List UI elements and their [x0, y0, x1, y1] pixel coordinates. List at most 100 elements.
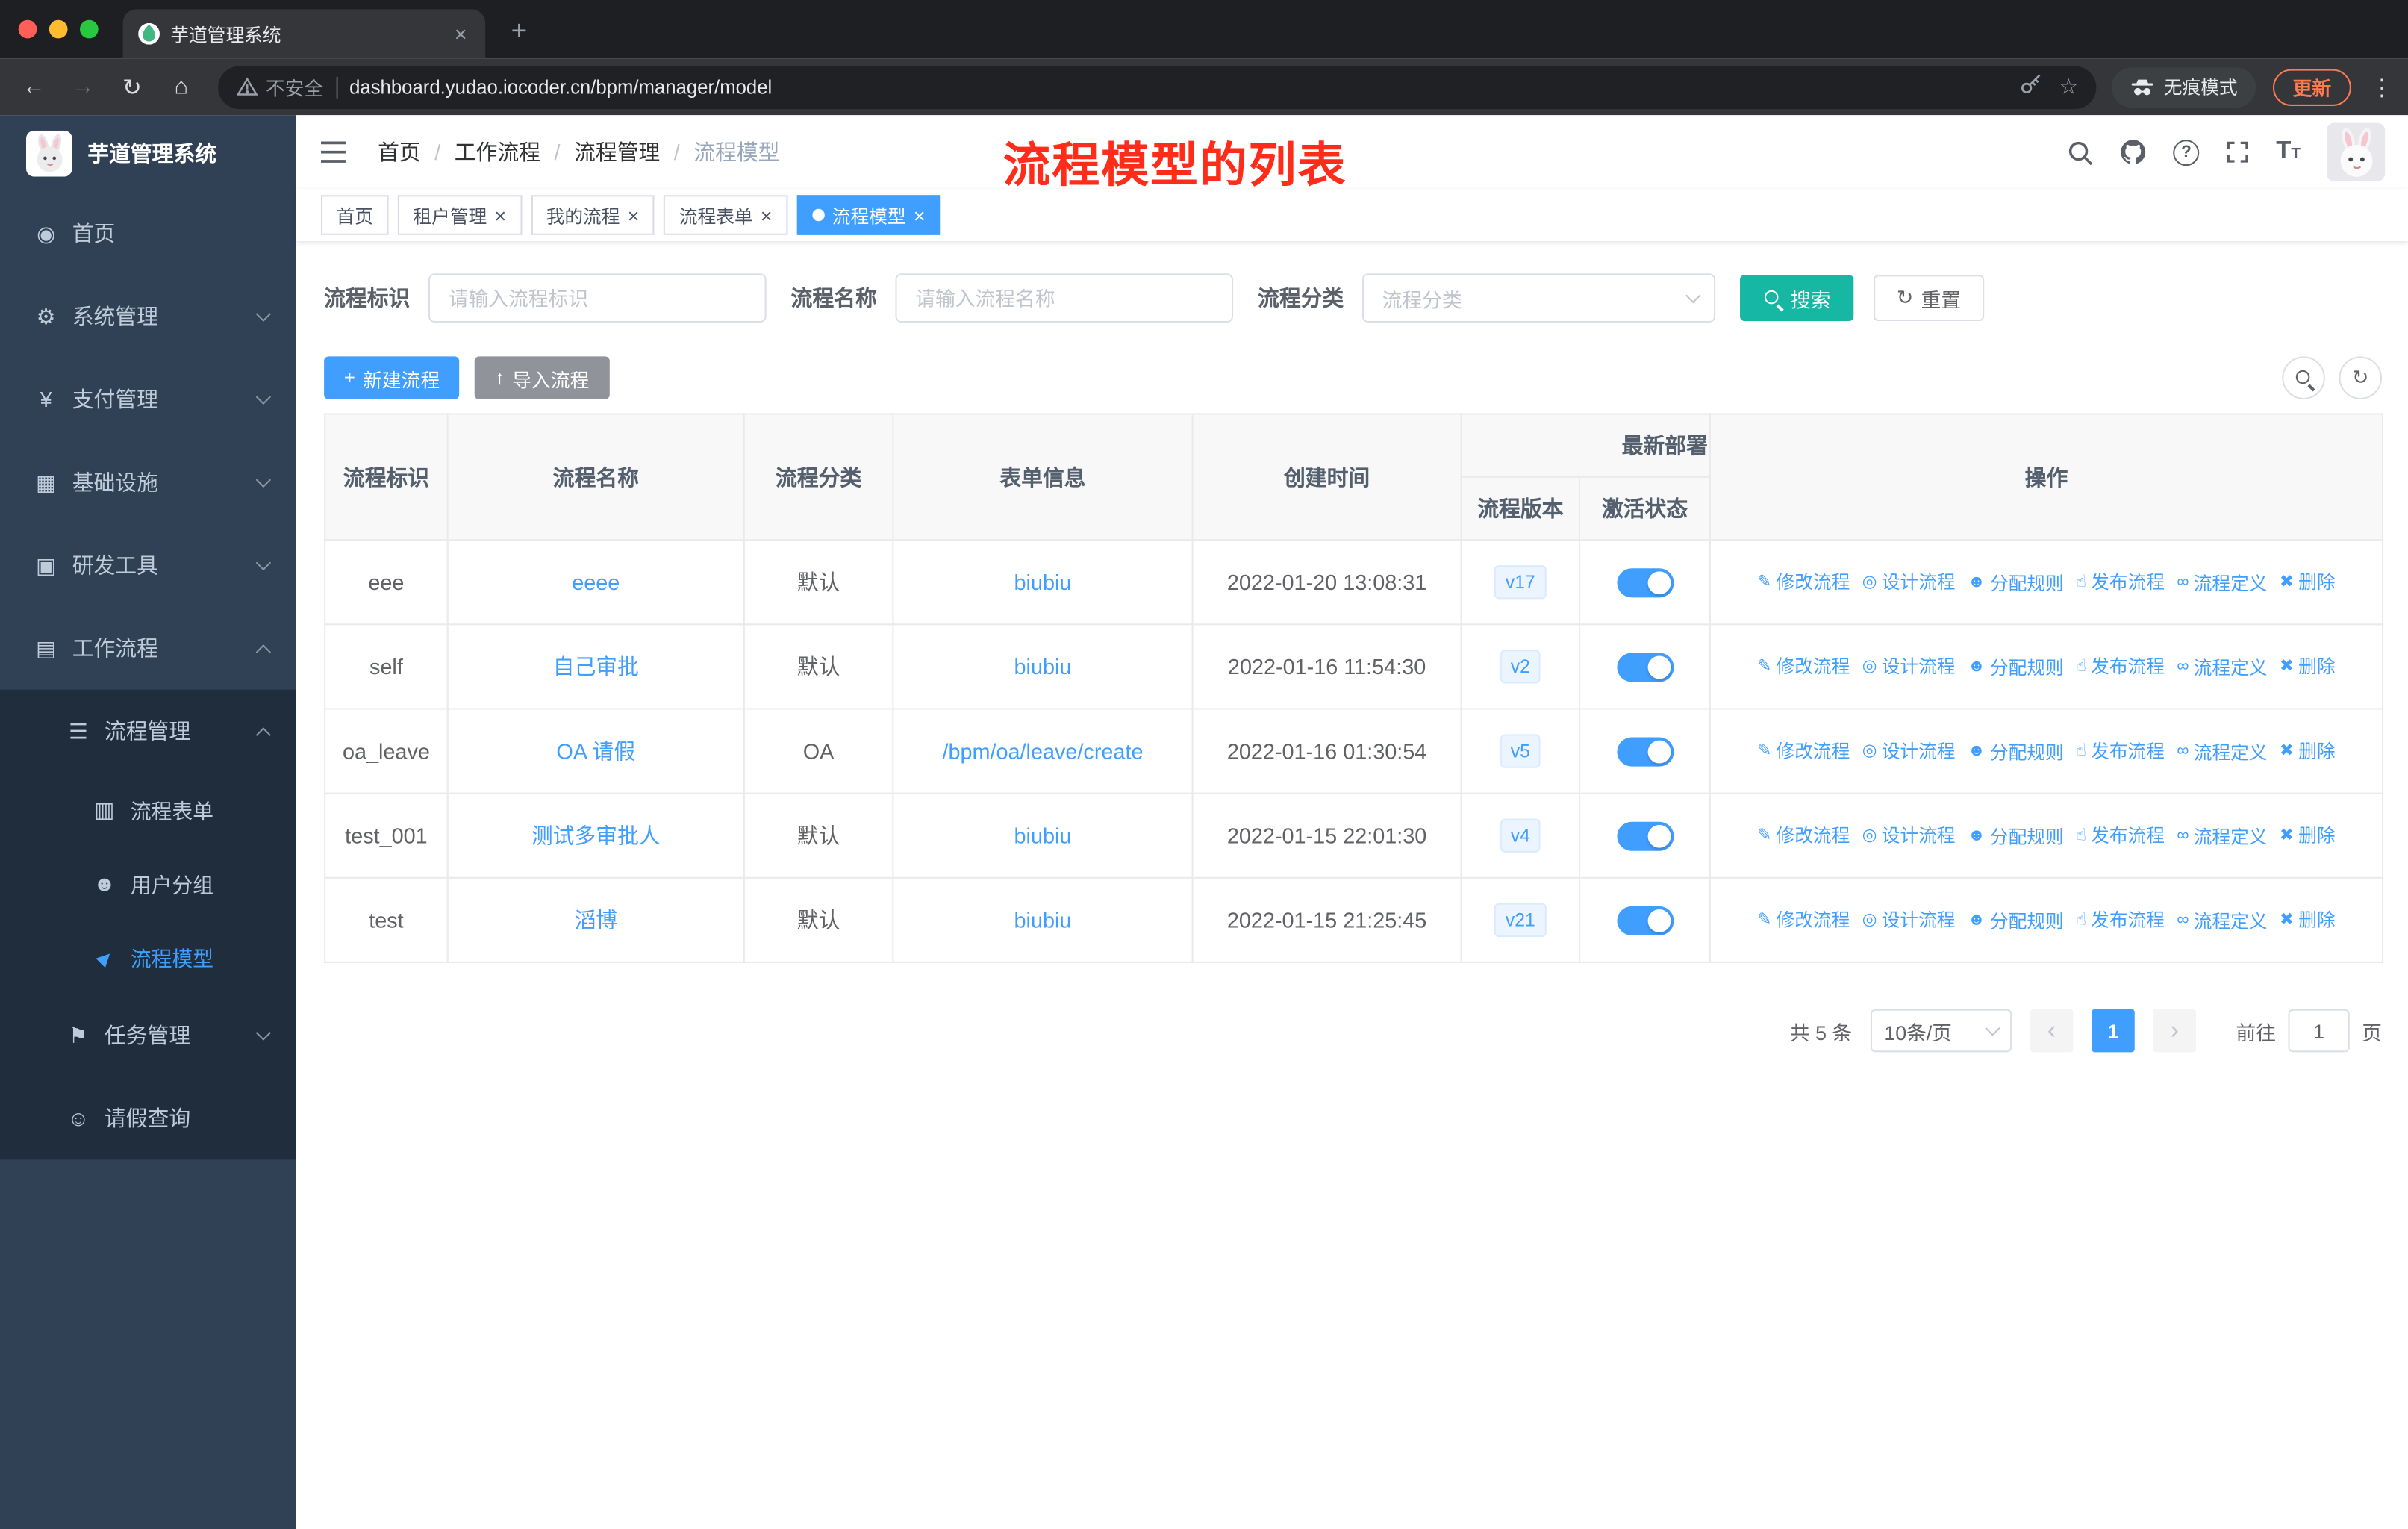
help-icon[interactable]: ?: [2173, 139, 2200, 166]
publish-link[interactable]: ☝ 发布流程: [2076, 906, 2165, 932]
github-icon[interactable]: [2119, 138, 2147, 166]
bookmark-star-icon[interactable]: ☆: [2050, 74, 2087, 100]
reload-button[interactable]: ↻: [110, 73, 154, 101]
breadcrumb-home[interactable]: 首页: [378, 137, 421, 167]
definition-link[interactable]: ∞ 流程定义: [2177, 738, 2267, 764]
form-info-link[interactable]: /bpm/oa/leave/create: [942, 739, 1143, 764]
delete-link[interactable]: ✖ 删除: [2280, 822, 2336, 848]
sidebar-item-process-form[interactable]: ▥ 流程表单: [0, 773, 296, 847]
delete-link[interactable]: ✖ 删除: [2280, 738, 2336, 764]
design-link[interactable]: ◎ 设计流程: [1862, 822, 1956, 848]
process-name-link[interactable]: 自己审批: [553, 654, 639, 679]
modify-link[interactable]: ✎ 修改流程: [1757, 822, 1850, 848]
form-info-link[interactable]: biubiu: [1014, 823, 1072, 848]
tag-process-form[interactable]: 流程表单 ×: [664, 195, 788, 235]
page-size-select[interactable]: 10条/页: [1870, 1009, 2012, 1053]
app-logo[interactable]: 芋道管理系统: [0, 115, 296, 192]
breadcrumb-process-management[interactable]: 流程管理: [574, 137, 660, 167]
form-info-link[interactable]: biubiu: [1014, 908, 1072, 932]
home-button[interactable]: ⌂: [160, 74, 203, 100]
tag-my-process[interactable]: 我的流程 ×: [531, 195, 655, 235]
design-link[interactable]: ◎ 设计流程: [1862, 738, 1956, 764]
sidebar-item-user-group[interactable]: ☻ 用户分组: [0, 847, 296, 921]
process-key-input[interactable]: [428, 273, 767, 323]
font-size-icon[interactable]: TT: [2276, 138, 2301, 166]
definition-link[interactable]: ∞ 流程定义: [2177, 654, 2267, 680]
fullscreen-icon[interactable]: [2225, 140, 2250, 164]
modify-link[interactable]: ✎ 修改流程: [1757, 653, 1850, 679]
publish-link[interactable]: ☝ 发布流程: [2076, 738, 2165, 764]
active-toggle[interactable]: [1616, 567, 1674, 597]
close-icon[interactable]: ×: [628, 205, 640, 225]
close-icon[interactable]: ×: [495, 205, 507, 225]
update-button[interactable]: 更新: [2272, 68, 2351, 105]
active-toggle[interactable]: [1616, 652, 1674, 682]
breadcrumb-workflow[interactable]: 工作流程: [455, 137, 540, 167]
toggle-search-button[interactable]: [2282, 356, 2325, 399]
tab-close-icon[interactable]: ×: [449, 22, 473, 46]
publish-link[interactable]: ☝ 发布流程: [2076, 653, 2165, 679]
tag-process-model[interactable]: 流程模型 ×: [796, 195, 941, 235]
import-process-button[interactable]: ↑ 导入流程: [475, 356, 609, 399]
address-bar[interactable]: 不安全 dashboard.yudao.iocoder.cn/bpm/manag…: [218, 65, 2097, 109]
assign-rule-link[interactable]: ☻ 分配规则: [1968, 738, 2064, 764]
sidebar-item-leave-query[interactable]: ☺ 请假查询: [0, 1077, 296, 1159]
key-icon[interactable]: [2013, 72, 2050, 102]
definition-link[interactable]: ∞ 流程定义: [2177, 823, 2267, 849]
search-icon[interactable]: [2067, 139, 2093, 165]
collapse-sidebar-icon[interactable]: [319, 140, 353, 164]
assign-rule-link[interactable]: ☻ 分配规则: [1968, 570, 2064, 596]
search-button[interactable]: 搜索: [1740, 275, 1854, 321]
publish-link[interactable]: ☝ 发布流程: [2076, 822, 2165, 848]
next-page-button[interactable]: ›: [2153, 1009, 2197, 1053]
publish-link[interactable]: ☝ 发布流程: [2076, 569, 2165, 595]
assign-rule-link[interactable]: ☻ 分配规则: [1968, 823, 2064, 849]
modify-link[interactable]: ✎ 修改流程: [1757, 906, 1850, 932]
reset-button[interactable]: ↻ 重置: [1874, 275, 1985, 321]
process-name-link[interactable]: OA 请假: [556, 739, 635, 764]
definition-link[interactable]: ∞ 流程定义: [2177, 570, 2267, 596]
process-name-link[interactable]: 测试多审批人: [531, 823, 661, 848]
sidebar-item-process-model[interactable]: ▶ 流程模型: [0, 920, 296, 994]
close-icon[interactable]: ×: [914, 205, 926, 225]
avatar[interactable]: [2326, 122, 2386, 181]
sidebar-item-system-management[interactable]: ⚙ 系统管理: [0, 275, 296, 358]
process-name-input[interactable]: [895, 273, 1234, 323]
zoom-window-button[interactable]: [79, 19, 99, 39]
active-toggle[interactable]: [1616, 736, 1674, 766]
modify-link[interactable]: ✎ 修改流程: [1757, 738, 1850, 764]
active-toggle[interactable]: [1616, 905, 1674, 935]
tag-home[interactable]: 首页: [320, 195, 389, 235]
goto-page-input[interactable]: [2288, 1009, 2350, 1053]
close-window-button[interactable]: [18, 19, 37, 39]
delete-link[interactable]: ✖ 删除: [2280, 906, 2336, 932]
browser-tab[interactable]: 芋道管理系统 ×: [122, 9, 486, 59]
sidebar-item-dev-tools[interactable]: ▣ 研发工具: [0, 524, 296, 607]
process-name-link[interactable]: eeee: [572, 570, 620, 594]
minimize-window-button[interactable]: [49, 19, 68, 39]
back-button[interactable]: ←: [12, 74, 55, 100]
sidebar-item-workflow[interactable]: ▤ 工作流程: [0, 607, 296, 690]
delete-link[interactable]: ✖ 删除: [2280, 569, 2336, 595]
new-tab-button[interactable]: +: [504, 16, 534, 48]
refresh-table-button[interactable]: ↻: [2339, 356, 2383, 399]
form-info-link[interactable]: biubiu: [1014, 570, 1072, 594]
active-toggle[interactable]: [1616, 820, 1674, 850]
design-link[interactable]: ◎ 设计流程: [1862, 653, 1956, 679]
close-icon[interactable]: ×: [761, 205, 773, 225]
forward-button[interactable]: →: [61, 74, 105, 100]
sidebar-item-infrastructure[interactable]: ▦ 基础设施: [0, 440, 296, 523]
design-link[interactable]: ◎ 设计流程: [1862, 906, 1956, 932]
form-info-link[interactable]: biubiu: [1014, 654, 1072, 679]
prev-page-button[interactable]: ‹: [2030, 1009, 2074, 1053]
tag-tenant-management[interactable]: 租户管理 ×: [397, 195, 522, 235]
sidebar-item-home[interactable]: ◉ 首页: [0, 192, 296, 275]
assign-rule-link[interactable]: ☻ 分配规则: [1968, 907, 2064, 933]
process-name-link[interactable]: 滔博: [574, 908, 617, 932]
browser-menu-icon[interactable]: ⋮: [2368, 73, 2396, 101]
definition-link[interactable]: ∞ 流程定义: [2177, 907, 2267, 933]
delete-link[interactable]: ✖ 删除: [2280, 653, 2336, 679]
modify-link[interactable]: ✎ 修改流程: [1757, 569, 1850, 595]
create-process-button[interactable]: + 新建流程: [324, 356, 460, 399]
assign-rule-link[interactable]: ☻ 分配规则: [1968, 654, 2064, 680]
